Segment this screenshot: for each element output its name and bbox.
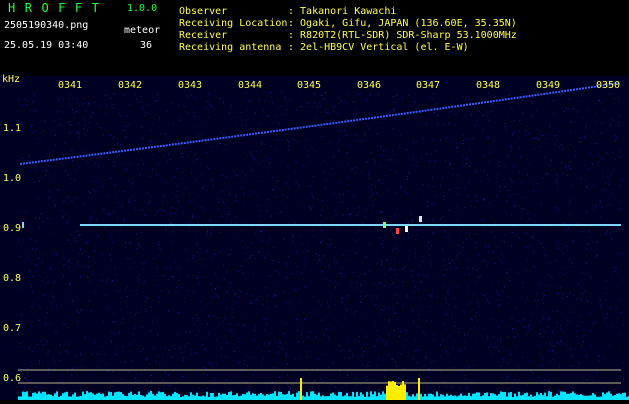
freq-label: 0.8 <box>3 273 22 284</box>
timestamp: 25.05.19 03:40 <box>4 40 89 51</box>
freq-label: 1.0 <box>3 173 22 184</box>
freq-label: 0.7 <box>3 323 22 334</box>
spectrogram-panel: kHz 0341 0342 0343 0344 0345 0346 0347 0… <box>0 74 629 400</box>
antenna-label: Receiving antenna <box>179 42 282 53</box>
time-label: 0345 <box>297 80 322 91</box>
antenna-value: : 2el-HB9CV Vertical (el. E-W) <box>288 42 469 53</box>
freq-label: 1.1 <box>3 123 22 134</box>
location-value: : Ogaki, Gifu, JAPAN (136.60E, 35.35N) <box>288 18 517 29</box>
meteor-count: 36 <box>140 40 153 51</box>
freq-label: 0.6 <box>3 373 22 384</box>
receiver-label: Receiver <box>179 30 228 41</box>
receiver-value: : R820T2(RTL-SDR) SDR-Sharp 53.1000MHz <box>288 30 517 41</box>
observer-value: : Takanori Kawachi <box>288 6 397 17</box>
time-label: 0341 <box>58 80 83 91</box>
header-panel: HROFFT 1.0.0 2505190340.png 25.05.19 03:… <box>0 0 629 76</box>
time-label: 0347 <box>416 80 441 91</box>
app-title: HROFFT <box>8 1 109 15</box>
spectrogram-background <box>0 76 629 400</box>
time-label: 0344 <box>238 80 263 91</box>
file-name: 2505190340.png <box>4 20 89 31</box>
unit-label: kHz <box>2 74 21 85</box>
time-label: 0349 <box>536 80 561 91</box>
time-label: 0343 <box>178 80 203 91</box>
time-label: 0348 <box>476 80 501 91</box>
spectrogram-canvas <box>0 76 629 400</box>
time-label: 0342 <box>118 80 143 91</box>
meteor-label: meteor <box>124 25 161 36</box>
observer-label: Observer <box>179 6 228 17</box>
time-label: 0346 <box>357 80 382 91</box>
app-version: 1.0.0 <box>127 3 158 14</box>
time-label: 0350 <box>596 80 621 91</box>
freq-label: 0.9 <box>3 223 22 234</box>
location-label: Receiving Location <box>179 18 288 29</box>
